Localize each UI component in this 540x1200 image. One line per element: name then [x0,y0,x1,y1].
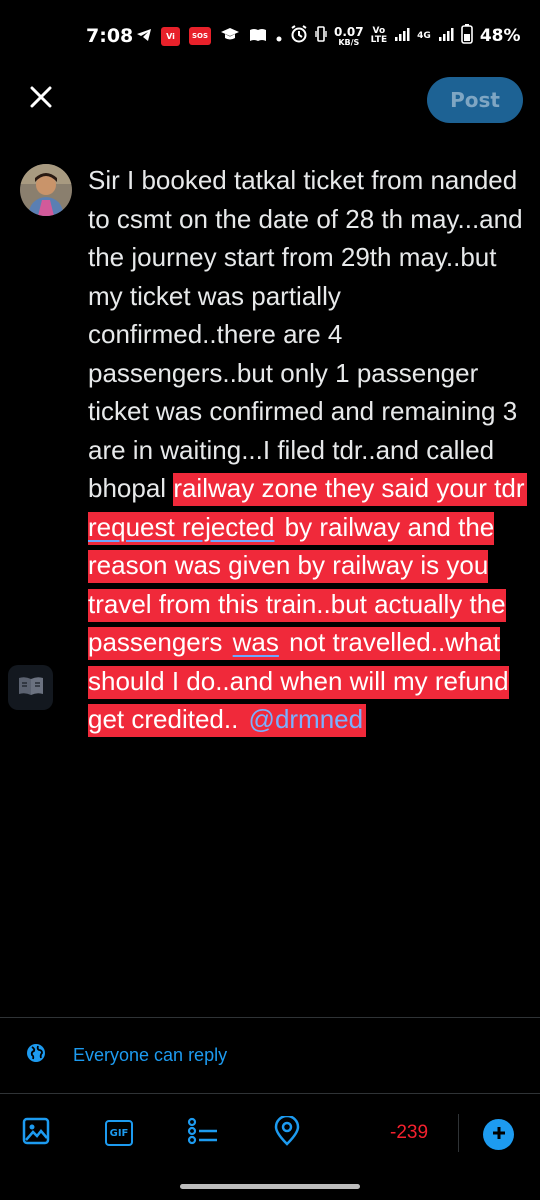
divider [0,1017,540,1018]
graduation-cap-icon [220,26,240,46]
highlighted-text-4: was [232,627,282,660]
globe-icon [26,1043,46,1067]
character-count: -239 [390,1122,429,1143]
add-image-button[interactable] [21,1117,51,1149]
alarm-icon [290,25,308,47]
compose-textarea[interactable]: Sir I booked tatkal ticket from nanded t… [88,161,528,739]
network-type: 4G [417,31,431,41]
highlighted-text-1: railway zone they said your tdr [173,473,528,506]
divider [0,1093,540,1094]
vi-label: Vi [166,31,175,41]
close-button[interactable] [22,80,60,118]
book-icon [17,675,45,701]
telegram-icon [136,27,152,46]
vibrate-icon [315,25,327,47]
add-thread-button[interactable] [483,1119,514,1150]
net-speed-unit: KB/S [338,37,360,47]
signal-icon-2 [438,26,454,46]
post-button[interactable]: Post [427,77,523,123]
highlighted-text-2: request rejected [88,511,278,545]
plus-icon [491,1125,507,1145]
sos-icon: SOS [189,27,211,45]
close-icon [30,86,52,112]
mention-link[interactable]: @drmned [248,704,367,737]
gesture-nav-handle[interactable] [180,1184,360,1189]
reply-setting-label: Everyone can reply [73,1044,228,1065]
compose-text-plain: Sir I booked tatkal ticket from nanded t… [88,165,523,503]
add-location-button[interactable] [272,1114,302,1150]
status-time: 7:08 [86,25,134,47]
book-open-icon [249,27,267,46]
system-icons: 0.07 KB/S Vo LTE 4G 48% [290,22,521,50]
location-icon [273,1114,301,1150]
toolbar-separator [458,1114,459,1152]
volte-bottom: LTE [370,35,388,45]
vi-app-icon: Vi [161,26,180,46]
battery-percent: 48% [479,26,521,46]
status-bar: 7:08 Vi SOS 0.07 KB/S Vo LTE 4G 48% [0,0,540,74]
gif-label: GIF [109,1127,129,1139]
reply-setting-button[interactable]: Everyone can reply [26,1040,227,1070]
reader-mode-button[interactable] [8,665,53,710]
add-poll-button[interactable] [187,1117,219,1149]
poll-icon [187,1117,219,1149]
avatar[interactable] [20,164,72,216]
battery-icon [461,24,473,48]
net-speed-value: 0.07 [334,24,364,39]
image-icon [22,1117,50,1149]
signal-icon-1 [394,26,410,46]
dot-icon [276,27,282,46]
add-gif-button[interactable]: GIF [104,1118,134,1148]
sos-label: SOS [191,32,209,40]
notification-icons: Vi SOS [136,25,282,47]
gif-icon: GIF [105,1120,133,1146]
volte-indicator: Vo LTE [371,27,388,45]
network-speed: 0.07 KB/S [334,26,364,47]
